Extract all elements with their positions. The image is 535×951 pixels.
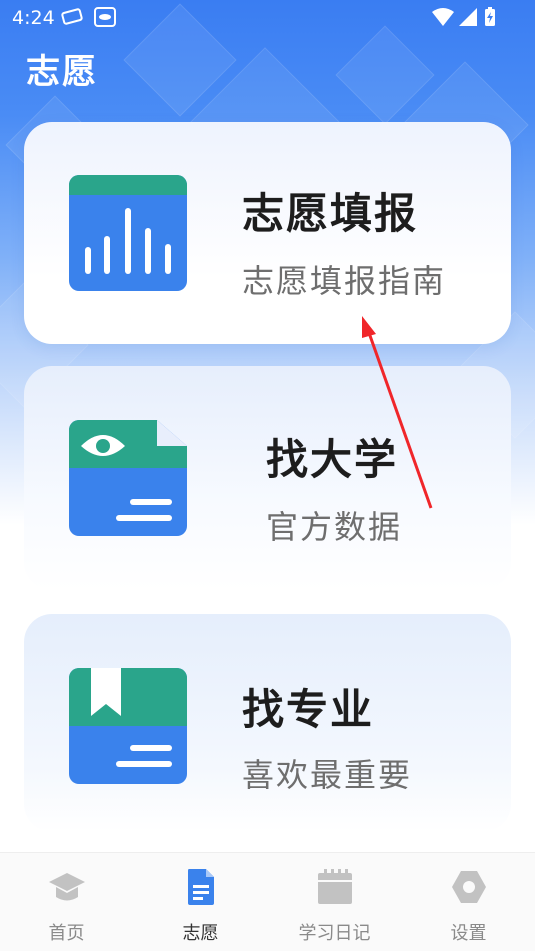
card-title: 找专业 <box>242 685 375 734</box>
app-notification-icon <box>94 7 116 27</box>
status-bar: 4:24 <box>0 0 535 34</box>
tab-label: 学习日记 <box>298 923 371 944</box>
card-find-major[interactable]: 找专业 喜欢最重要 <box>24 614 511 832</box>
document-icon <box>181 867 221 911</box>
document-eye-icon <box>69 420 187 536</box>
status-indicators <box>431 6 497 33</box>
graduation-cap-icon <box>47 867 87 911</box>
page-title: 志愿 <box>26 52 98 92</box>
tab-volunteer[interactable]: 志愿 <box>134 853 267 951</box>
calendar-icon <box>315 867 355 911</box>
notification-icon <box>60 7 84 26</box>
hexagon-settings-icon <box>449 867 489 911</box>
card-subtitle: 喜欢最重要 <box>242 756 413 794</box>
card-find-university[interactable]: 找大学 官方数据 <box>24 366 511 590</box>
card-volunteer-fill[interactable]: 志愿填报 志愿填报指南 <box>24 122 511 344</box>
card-subtitle: 官方数据 <box>266 508 403 546</box>
tab-study-diary[interactable]: 学习日记 <box>268 853 401 951</box>
bar-chart-icon <box>69 175 187 291</box>
card-title: 找大学 <box>266 435 399 484</box>
battery-icon <box>485 7 495 26</box>
tab-home[interactable]: 首页 <box>0 853 133 951</box>
card-subtitle: 志愿填报指南 <box>242 262 447 300</box>
card-title: 志愿填报 <box>242 189 419 238</box>
bookmark-book-icon <box>69 668 187 784</box>
signal-icon <box>459 8 477 26</box>
tab-label: 设置 <box>450 923 487 944</box>
wifi-icon <box>432 8 454 26</box>
tab-label: 志愿 <box>182 923 219 944</box>
bottom-tab-bar: 首页 志愿 学习日记 设置 <box>0 852 535 951</box>
tab-settings[interactable]: 设置 <box>402 853 535 951</box>
tab-label: 首页 <box>48 923 85 944</box>
status-time: 4:24 <box>12 7 55 29</box>
